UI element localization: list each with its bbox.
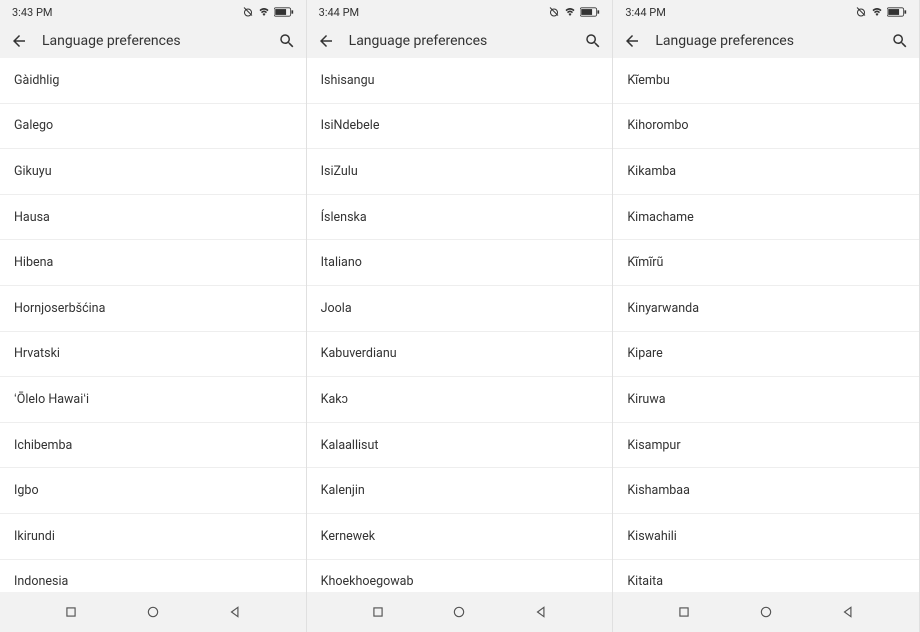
app-bar: Language preferences xyxy=(307,24,613,58)
language-item[interactable]: Ishisangu xyxy=(307,58,613,104)
square-icon xyxy=(371,605,385,619)
language-list: Ishisangu IsiNdebele IsiZulu Íslenska It… xyxy=(307,58,613,592)
language-item[interactable]: Galego xyxy=(0,104,306,150)
app-bar: Language preferences xyxy=(613,24,919,58)
alarm-off-icon xyxy=(548,6,560,18)
search-icon xyxy=(278,32,296,50)
square-icon xyxy=(677,605,691,619)
clock: 3:43 PM xyxy=(12,6,52,19)
arrow-back-icon xyxy=(10,32,28,50)
square-icon xyxy=(64,605,78,619)
language-list: Kĩembu Kihorombo Kikamba Kimachame Kĩmĩr… xyxy=(613,58,919,592)
language-item[interactable]: Kernewek xyxy=(307,514,613,560)
language-list: Gàidhlig Galego Gikuyu Hausa Hibena Horn… xyxy=(0,58,306,592)
language-item[interactable]: Kalenjin xyxy=(307,468,613,514)
language-item[interactable]: Kabuverdianu xyxy=(307,332,613,378)
language-item[interactable]: Kakɔ xyxy=(307,377,613,423)
triangle-back-icon xyxy=(228,605,242,619)
status-bar: 3:44 PM xyxy=(307,0,613,24)
back-nav-button[interactable] xyxy=(839,603,857,621)
arrow-back-icon xyxy=(317,32,335,50)
language-item[interactable]: Ichibemba xyxy=(0,423,306,469)
page-title: Language preferences xyxy=(42,33,264,49)
clock: 3:44 PM xyxy=(625,6,665,19)
home-button[interactable] xyxy=(144,603,162,621)
language-item[interactable]: Kihorombo xyxy=(613,104,919,150)
status-icons xyxy=(242,6,294,18)
language-item[interactable]: Kinyarwanda xyxy=(613,286,919,332)
battery-icon xyxy=(274,7,294,17)
search-icon xyxy=(891,32,909,50)
search-icon xyxy=(584,32,602,50)
back-nav-button[interactable] xyxy=(532,603,550,621)
back-button[interactable] xyxy=(317,32,335,50)
back-button[interactable] xyxy=(623,32,641,50)
wifi-icon xyxy=(563,6,577,18)
language-item[interactable]: Kiruwa xyxy=(613,377,919,423)
search-button[interactable] xyxy=(584,32,602,50)
alarm-off-icon xyxy=(855,6,867,18)
arrow-back-icon xyxy=(623,32,641,50)
nav-bar xyxy=(613,592,919,632)
language-item[interactable]: IsiNdebele xyxy=(307,104,613,150)
language-item[interactable]: Kisampur xyxy=(613,423,919,469)
language-item[interactable]: Kĩmĩrũ xyxy=(613,240,919,286)
screen-1: 3:43 PM Language preferences Gàidhlig Ga… xyxy=(0,0,307,632)
wifi-icon xyxy=(870,6,884,18)
language-item[interactable]: Hausa xyxy=(0,195,306,241)
language-item[interactable]: Kalaallisut xyxy=(307,423,613,469)
language-item[interactable]: Gikuyu xyxy=(0,149,306,195)
clock: 3:44 PM xyxy=(319,6,359,19)
status-bar: 3:44 PM xyxy=(613,0,919,24)
language-item[interactable]: Kikamba xyxy=(613,149,919,195)
circle-icon xyxy=(452,605,466,619)
language-item[interactable]: Kipare xyxy=(613,332,919,378)
home-button[interactable] xyxy=(450,603,468,621)
triangle-back-icon xyxy=(841,605,855,619)
language-item[interactable]: Indonesia xyxy=(0,560,306,592)
status-icons xyxy=(855,6,907,18)
triangle-back-icon xyxy=(534,605,548,619)
recent-apps-button[interactable] xyxy=(62,603,80,621)
circle-icon xyxy=(146,605,160,619)
alarm-off-icon xyxy=(242,6,254,18)
app-bar: Language preferences xyxy=(0,24,306,58)
battery-icon xyxy=(580,7,600,17)
battery-icon xyxy=(887,7,907,17)
search-button[interactable] xyxy=(278,32,296,50)
language-item[interactable]: Italiano xyxy=(307,240,613,286)
language-item[interactable]: Khoekhoegowab xyxy=(307,560,613,592)
search-button[interactable] xyxy=(891,32,909,50)
nav-bar xyxy=(307,592,613,632)
wifi-icon xyxy=(257,6,271,18)
language-item[interactable]: Hibena xyxy=(0,240,306,286)
language-item[interactable]: Ikirundi xyxy=(0,514,306,560)
home-button[interactable] xyxy=(757,603,775,621)
language-item[interactable]: Igbo xyxy=(0,468,306,514)
page-title: Language preferences xyxy=(349,33,571,49)
language-item[interactable]: Kishambaa xyxy=(613,468,919,514)
recent-apps-button[interactable] xyxy=(369,603,387,621)
language-item[interactable]: Gàidhlig xyxy=(0,58,306,104)
language-item[interactable]: Kimachame xyxy=(613,195,919,241)
language-item[interactable]: ʻŌlelo Hawaiʻi xyxy=(0,377,306,423)
page-title: Language preferences xyxy=(655,33,877,49)
status-icons xyxy=(548,6,600,18)
circle-icon xyxy=(759,605,773,619)
language-item[interactable]: IsiZulu xyxy=(307,149,613,195)
nav-bar xyxy=(0,592,306,632)
language-item[interactable]: Kĩembu xyxy=(613,58,919,104)
language-item[interactable]: Hornjoserbšćina xyxy=(0,286,306,332)
language-item[interactable]: Hrvatski xyxy=(0,332,306,378)
back-button[interactable] xyxy=(10,32,28,50)
language-item[interactable]: Kiswahili xyxy=(613,514,919,560)
language-item[interactable]: Joola xyxy=(307,286,613,332)
language-item[interactable]: Íslenska xyxy=(307,195,613,241)
back-nav-button[interactable] xyxy=(226,603,244,621)
screen-3: 3:44 PM Language preferences Kĩembu Kiho… xyxy=(613,0,920,632)
language-item[interactable]: Kitaita xyxy=(613,560,919,592)
screen-2: 3:44 PM Language preferences Ishisangu I… xyxy=(307,0,614,632)
recent-apps-button[interactable] xyxy=(675,603,693,621)
status-bar: 3:43 PM xyxy=(0,0,306,24)
